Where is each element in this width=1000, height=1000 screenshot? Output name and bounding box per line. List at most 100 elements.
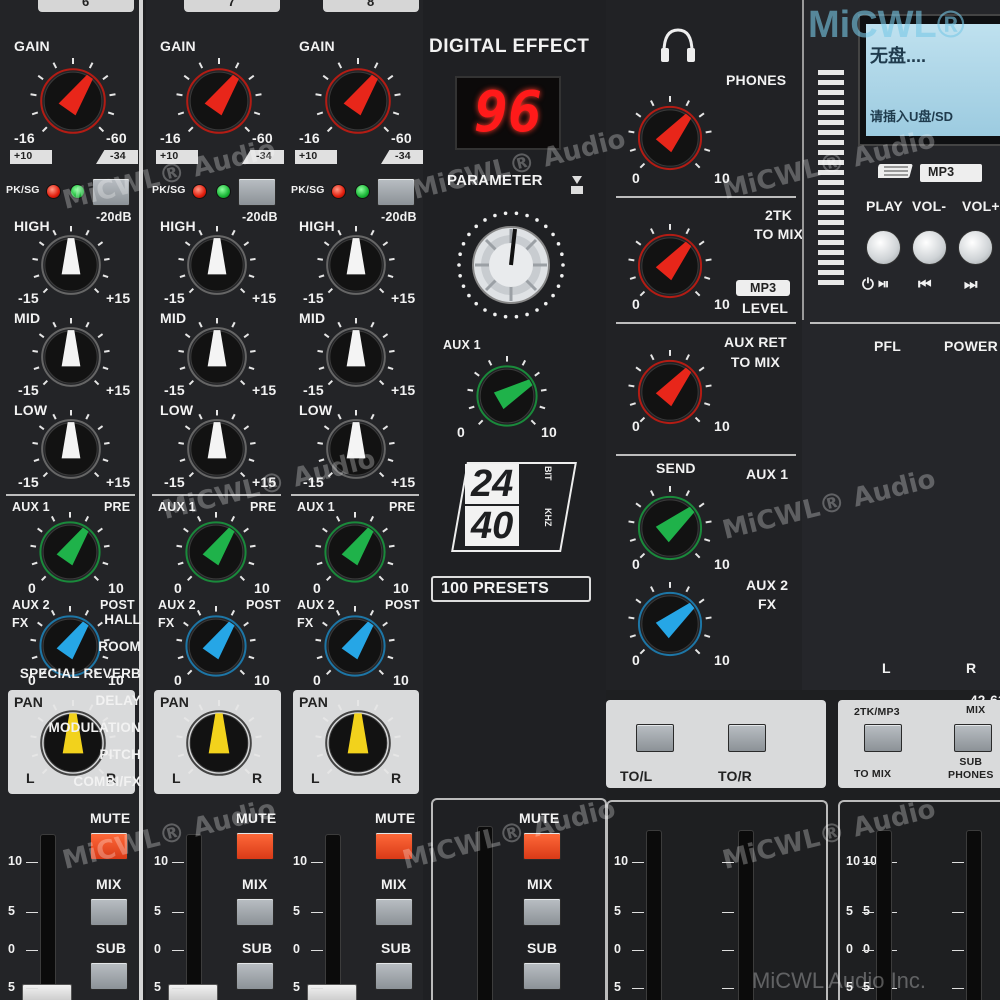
aux-ret-max: 10: [714, 418, 730, 434]
parameter-knob[interactable]: [451, 205, 571, 325]
mix-button[interactable]: [375, 898, 413, 926]
gain-knob-body[interactable]: [315, 58, 401, 144]
pan-knob[interactable]: [176, 700, 262, 791]
pan-knob-body[interactable]: [315, 700, 401, 786]
mute-button[interactable]: [90, 832, 128, 860]
fx-sub-button[interactable]: [523, 962, 561, 990]
to-r-button[interactable]: [728, 724, 766, 752]
aux1-knob[interactable]: [176, 512, 256, 597]
mp3-screen-line2: 请插入U盘/SD: [870, 109, 954, 124]
mute-button[interactable]: [375, 832, 413, 860]
gain-min: -16: [14, 130, 35, 146]
send-aux1-knob[interactable]: [628, 486, 712, 575]
play-button[interactable]: [866, 230, 901, 265]
keyboard-icon: [875, 160, 918, 182]
signal-led: [216, 184, 231, 199]
eq-high-knob-body[interactable]: [32, 226, 110, 304]
fx-aux1-knob[interactable]: [467, 356, 547, 441]
channel-fader-cap[interactable]: [168, 984, 218, 1000]
phones-knob[interactable]: [628, 96, 712, 185]
fader-tick: [632, 862, 644, 863]
channel-number-tab: 6: [38, 0, 134, 12]
gain-knob-body[interactable]: [176, 58, 262, 144]
eq-mid-knob[interactable]: [32, 318, 110, 401]
eq-low-knob[interactable]: [178, 410, 256, 493]
aux1-knob-body[interactable]: [176, 512, 256, 592]
sub-fader-r[interactable]: [966, 830, 982, 1000]
send-aux2-max: 10: [714, 652, 730, 668]
mp3-badge: MP3: [736, 280, 790, 296]
channel-fader-track[interactable]: [40, 834, 56, 1000]
aux2-knob[interactable]: [176, 606, 256, 691]
gain-knob[interactable]: [176, 58, 262, 149]
eq-min: -15: [18, 382, 39, 398]
send-aux2-knob[interactable]: [628, 582, 712, 671]
eq-mid-knob-body[interactable]: [317, 318, 395, 396]
gain-knob[interactable]: [315, 58, 401, 149]
eq-low-knob[interactable]: [317, 410, 395, 493]
pan-right: R: [391, 770, 402, 786]
gain-knob[interactable]: [30, 58, 116, 149]
eq-high-knob-body[interactable]: [317, 226, 395, 304]
channel-fader-track[interactable]: [186, 834, 202, 1000]
aux-ret-knob[interactable]: [628, 350, 712, 439]
twotk-knob-body[interactable]: [628, 224, 712, 308]
fx-mute-button[interactable]: [523, 832, 561, 860]
mix-button[interactable]: [236, 898, 274, 926]
vol-plus-button[interactable]: [958, 230, 993, 265]
sub-button[interactable]: [90, 962, 128, 990]
eq-low-knob-body[interactable]: [32, 410, 110, 488]
twotk-to-mix-button[interactable]: [864, 724, 902, 752]
eq-high-knob-body[interactable]: [178, 226, 256, 304]
eq-mid-knob[interactable]: [317, 318, 395, 401]
channel-fader-track[interactable]: [325, 834, 341, 1000]
aux2-knob-body[interactable]: [176, 606, 256, 686]
aux1-knob-body[interactable]: [30, 512, 110, 592]
send-aux2-knob-body[interactable]: [628, 582, 712, 666]
khz-value: 40: [465, 506, 520, 546]
master-fader-l[interactable]: [646, 830, 662, 1000]
bargraph-segment: [818, 110, 844, 115]
eq-mid-knob-body[interactable]: [32, 318, 110, 396]
channel-fader-cap[interactable]: [22, 984, 72, 1000]
pan-knob[interactable]: [315, 700, 401, 791]
phones-knob-body[interactable]: [628, 96, 712, 180]
pan-knob-body[interactable]: [176, 700, 262, 786]
aux-ret-knob-body[interactable]: [628, 350, 712, 434]
to-lr-panel: TO/L TO/R: [606, 700, 826, 788]
pad-minus: -34: [110, 150, 126, 162]
sub-button[interactable]: [236, 962, 274, 990]
channel-fader-cap[interactable]: [307, 984, 357, 1000]
fx-aux1-knob-body[interactable]: [467, 356, 547, 436]
eq-mid-knob-body[interactable]: [178, 318, 256, 396]
aux1-knob[interactable]: [315, 512, 395, 597]
fx-fader-track[interactable]: [477, 826, 493, 1000]
aux2-knob[interactable]: [315, 606, 395, 691]
to-l-button[interactable]: [636, 724, 674, 752]
sub-button[interactable]: [375, 962, 413, 990]
twotk-level-knob[interactable]: [628, 224, 712, 313]
vol-minus-button[interactable]: [912, 230, 947, 265]
aux1-knob-body[interactable]: [315, 512, 395, 592]
mix-label: MIX: [381, 876, 407, 892]
fx-mix-button[interactable]: [523, 898, 561, 926]
eq-high-knob[interactable]: [178, 226, 256, 309]
aux2-max: 10: [254, 672, 270, 688]
pfl-button[interactable]: [92, 178, 130, 206]
send-aux1-knob-body[interactable]: [628, 486, 712, 570]
aux2-knob-body[interactable]: [315, 606, 395, 686]
eq-low-knob-body[interactable]: [317, 410, 395, 488]
eq-mid-knob[interactable]: [178, 318, 256, 401]
eq-high-knob[interactable]: [317, 226, 395, 309]
mute-button[interactable]: [236, 832, 274, 860]
eq-high-knob[interactable]: [32, 226, 110, 309]
mix-sub-button[interactable]: [954, 724, 992, 752]
aux1-knob[interactable]: [30, 512, 110, 597]
mix-button[interactable]: [90, 898, 128, 926]
eq-low-knob-body[interactable]: [178, 410, 256, 488]
pfl-button[interactable]: [238, 178, 276, 206]
gain-knob-body[interactable]: [30, 58, 116, 144]
pfl-button[interactable]: [377, 178, 415, 206]
send-label: SEND: [656, 460, 696, 476]
eq-low-knob[interactable]: [32, 410, 110, 493]
